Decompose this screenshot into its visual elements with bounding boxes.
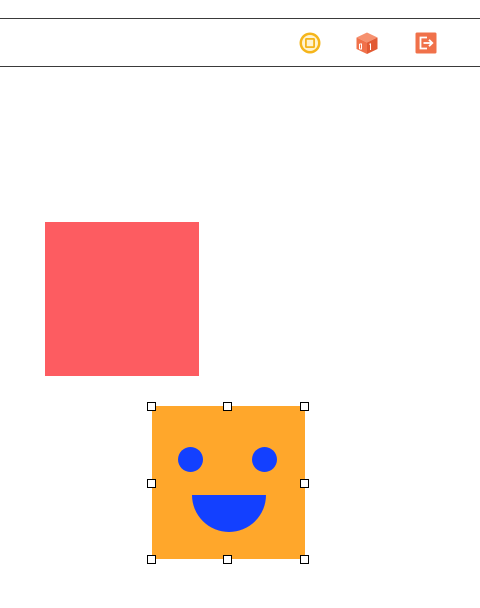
design-canvas[interactable] <box>0 67 480 608</box>
resize-handle-top-right[interactable] <box>300 402 309 411</box>
resize-handle-right[interactable] <box>300 479 309 488</box>
first-responder-cube-icon[interactable] <box>355 31 379 55</box>
exit-icon[interactable] <box>414 31 438 55</box>
resize-handle-top[interactable] <box>223 402 232 411</box>
red-square-view[interactable] <box>45 222 199 376</box>
scene-dock-toolbar <box>0 18 480 67</box>
smiley-face-view[interactable] <box>152 406 305 559</box>
left-eye <box>178 447 203 472</box>
smile-mouth <box>192 495 266 532</box>
resize-handle-left[interactable] <box>147 479 156 488</box>
resize-handle-bottom-right[interactable] <box>300 555 309 564</box>
view-controller-icon[interactable] <box>298 31 322 55</box>
resize-handle-bottom[interactable] <box>223 555 232 564</box>
resize-handle-top-left[interactable] <box>147 402 156 411</box>
right-eye <box>252 447 277 472</box>
resize-handle-bottom-left[interactable] <box>147 555 156 564</box>
